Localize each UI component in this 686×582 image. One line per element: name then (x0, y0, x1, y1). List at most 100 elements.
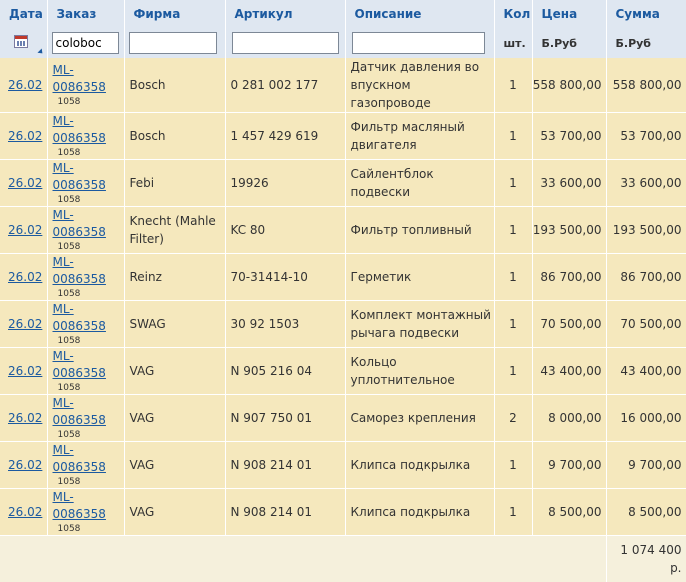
article-filter-input[interactable] (232, 32, 339, 54)
table-row: 26.02ML-00863581058VAGN 907 750 01Саморе… (0, 395, 686, 442)
date-cell: 26.02 (0, 301, 47, 348)
description-text: Кольцо уплотнительное (346, 353, 494, 389)
order-link[interactable]: ML-0086358 (53, 348, 124, 382)
firm-text: Febi (125, 174, 225, 192)
article-cell: 1 457 429 619 (225, 113, 345, 160)
firm-cell: SWAG (124, 301, 225, 348)
article-text: 19926 (226, 174, 345, 192)
date-cell: 26.02 (0, 113, 47, 160)
article-cell: 70-31414-10 (225, 254, 345, 301)
date-link[interactable]: 26.02 (0, 364, 42, 378)
table-row: 26.02ML-00863581058Febi19926Сайлентблок … (0, 160, 686, 207)
qty-cell: 2 (494, 395, 532, 442)
description-text: Герметик (346, 268, 494, 286)
description-cell: Герметик (345, 254, 494, 301)
qty-cell: 1 (494, 207, 532, 254)
qty-unit-label: шт. (494, 28, 532, 58)
date-cell: 26.02 (0, 58, 47, 113)
table-row: 26.02ML-00863581058Knecht (Mahle Filter)… (0, 207, 686, 254)
order-link[interactable]: ML-0086358 (53, 301, 124, 335)
sum-cell: 193 500,00 (606, 207, 686, 254)
article-cell: 19926 (225, 160, 345, 207)
firm-cell: Bosch (124, 58, 225, 113)
price-cell: 33 600,00 (532, 160, 606, 207)
total-spacer (0, 536, 606, 582)
description-text: Клипса подкрылка (346, 503, 494, 521)
order-filter-input[interactable] (52, 32, 119, 54)
date-link[interactable]: 26.02 (0, 78, 42, 92)
article-text: 70-31414-10 (226, 268, 345, 286)
order-cell: ML-00863581058 (47, 58, 124, 113)
date-link[interactable]: 26.02 (0, 270, 42, 284)
total-value: 1 074 400 (607, 541, 686, 559)
description-text: Фильтр топливный (346, 221, 494, 239)
col-header-sum[interactable]: Сумма (606, 0, 686, 28)
col-header-description[interactable]: Описание (345, 0, 494, 28)
article-cell: N 908 214 01 (225, 442, 345, 489)
description-text: Сайлентблок подвески (346, 165, 494, 201)
firm-text: Reinz (125, 268, 225, 286)
firm-cell: VAG (124, 489, 225, 536)
col-header-qty[interactable]: Кол (494, 0, 532, 28)
order-link[interactable]: ML-0086358 (53, 113, 124, 147)
firm-cell: VAG (124, 348, 225, 395)
qty-cell: 1 (494, 489, 532, 536)
date-link[interactable]: 26.02 (0, 317, 42, 331)
firm-filter-input[interactable] (129, 32, 217, 54)
sum-cell: 33 600,00 (606, 160, 686, 207)
article-cell: 0 281 002 177 (225, 58, 345, 113)
date-link[interactable]: 26.02 (0, 411, 42, 425)
description-cell: Сайлентблок подвески (345, 160, 494, 207)
date-link[interactable]: 26.02 (0, 129, 42, 143)
date-link[interactable]: 26.02 (0, 176, 42, 190)
description-cell: Клипса подкрылка (345, 442, 494, 489)
date-link[interactable]: 26.02 (0, 505, 42, 519)
price-cell: 558 800,00 (532, 58, 606, 113)
date-cell: 26.02 (0, 254, 47, 301)
table-row: 26.02 ML-00863581058SWAG30 92 1503Комплек… (0, 301, 686, 348)
col-header-price[interactable]: Цена (532, 0, 606, 28)
sum-unit-label: Б.Руб (606, 28, 686, 58)
date-link[interactable]: 26.02 (0, 223, 42, 237)
description-text: Комплект монтажный рычага подвески (346, 306, 494, 342)
article-text: N 908 214 01 (226, 503, 345, 521)
order-link[interactable]: ML-0086358 (53, 489, 124, 523)
order-link[interactable]: ML-0086358 (53, 395, 124, 429)
table-row: 26.02ML-00863581058VAGN 905 216 04Кольцо… (0, 348, 686, 395)
table-body: 26.02ML-00863581058Bosch0 281 002 177Дат… (0, 58, 686, 536)
calendar-icon[interactable] (14, 35, 28, 48)
description-cell: Клипса подкрылка (345, 489, 494, 536)
order-sub-number: 1058 (53, 147, 124, 159)
sum-cell: 16 000,00 (606, 395, 686, 442)
col-header-order[interactable]: Заказ (47, 0, 124, 28)
order-sub-number: 1058 (53, 241, 124, 253)
firm-text: Bosch (125, 127, 225, 145)
article-filter-cell (225, 28, 345, 58)
col-header-date[interactable]: Дата (0, 0, 47, 28)
description-text: Фильтр масляный двигателя (346, 118, 494, 154)
col-header-article[interactable]: Артикул (225, 0, 345, 28)
article-cell: 30 92 1503 (225, 301, 345, 348)
firm-cell: Febi (124, 160, 225, 207)
sum-cell: 9 700,00 (606, 442, 686, 489)
article-text: N 905 216 04 (226, 362, 345, 380)
sort-arrow-icon[interactable] (37, 48, 44, 55)
order-link[interactable]: ML-0086358 (53, 442, 124, 476)
order-sub-number: 1058 (53, 288, 124, 300)
order-link[interactable]: ML-0086358 (53, 160, 124, 194)
order-link[interactable]: ML-0086358 (53, 62, 124, 96)
description-filter-input[interactable] (352, 32, 485, 54)
table-row: 26.02ML-00863581058Bosch0 281 002 177Дат… (0, 58, 686, 113)
col-header-firm[interactable]: Фирма (124, 0, 225, 28)
article-text: 30 92 1503 (226, 315, 345, 333)
price-cell: 86 700,00 (532, 254, 606, 301)
order-filter-cell (47, 28, 124, 58)
date-link[interactable]: 26.02 (0, 458, 42, 472)
qty-cell: 1 (494, 160, 532, 207)
order-link[interactable]: ML-0086358 (53, 207, 124, 241)
order-sub-number: 1058 (53, 96, 124, 108)
order-link[interactable]: ML-0086358 (53, 254, 124, 288)
table-row: 26.02ML-00863581058VAGN 908 214 01Клипса… (0, 489, 686, 536)
order-cell: ML-00863581058 (47, 301, 124, 348)
firm-text: VAG (125, 456, 225, 474)
